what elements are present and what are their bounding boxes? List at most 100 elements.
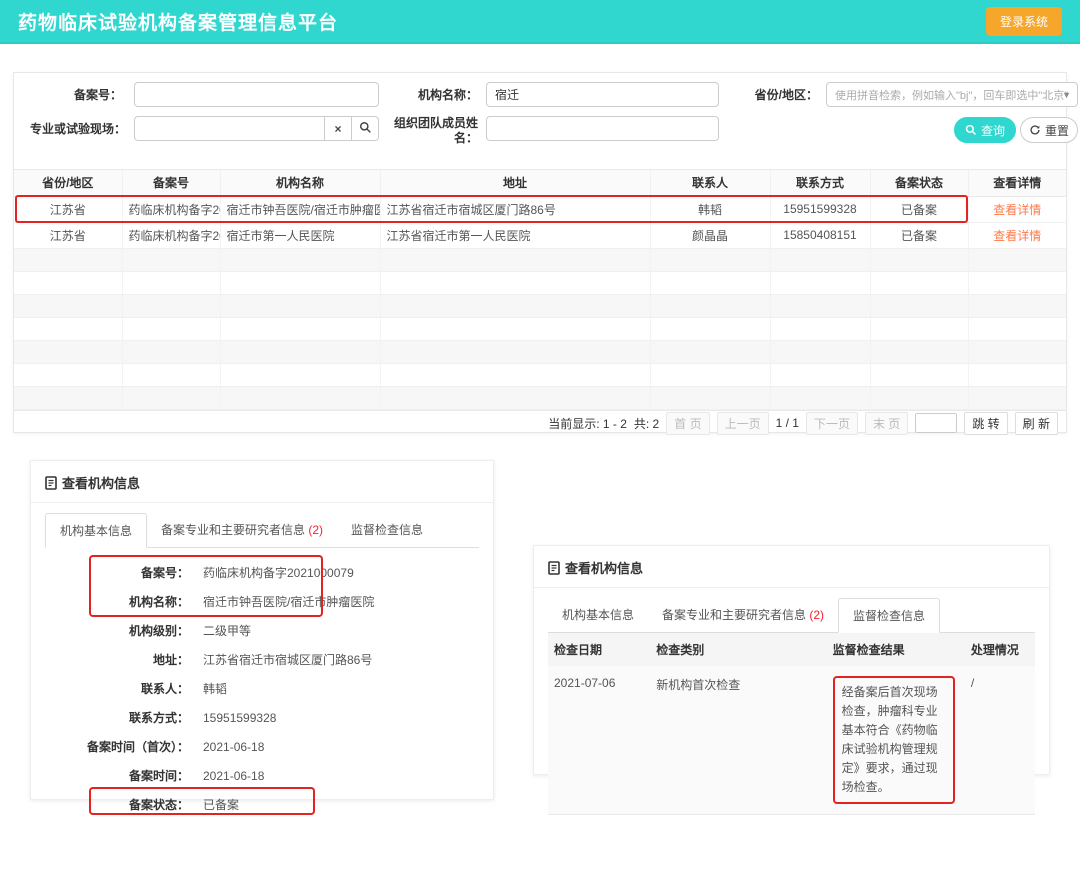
login-button[interactable]: 登录系统 (986, 7, 1062, 36)
cell-phone: 15951599328 (770, 196, 870, 222)
count-badge: (2) (308, 523, 323, 537)
search-icon (359, 121, 372, 137)
table-row[interactable]: 江苏省 药临床机构备字20210... 宿迁市第一人民医院 江苏省宿迁市第一人民… (14, 222, 1066, 248)
status-badge: 已备案 (870, 196, 968, 222)
pagination-current: 当前显示: 1 - 2 (548, 415, 627, 432)
first-page-button[interactable]: 首 页 (666, 412, 709, 435)
right-card-tabs: 机构基本信息 备案专业和主要研究者信息 (2) 监督检查信息 (548, 598, 1035, 633)
cell-contact: 颜晶晶 (650, 222, 770, 248)
province-placeholder: 使用拼音检索，例如输入"bj"，回车即选中"北京" (835, 87, 1068, 103)
team-member-label: 组织团队成员姓名： (392, 116, 478, 146)
tab-basic-info[interactable]: 机构基本信息 (45, 513, 147, 548)
cell-record-no: 药临床机构备字20210... (122, 222, 220, 248)
pagination-bar: 当前显示: 1 - 2 共: 2 首 页 上一页 1 / 1 下一页 末 页 跳… (14, 410, 1066, 436)
refresh-icon (1029, 124, 1041, 136)
tab-supervision-info[interactable]: 监督检查信息 (838, 598, 940, 633)
field-contact: 联系人： 韩韬 (45, 674, 479, 703)
tab-supervision-info[interactable]: 监督检查信息 (337, 513, 437, 547)
view-detail-link[interactable]: 查看详情 (993, 203, 1041, 217)
cell-phone: 15850408151 (770, 222, 870, 248)
empty-row (14, 386, 1066, 409)
jump-button[interactable]: 跳 转 (964, 412, 1007, 435)
inspect-result-annotation: 经备案后首次现场检查，肿瘤科专业基本符合《药物临床试验机构管理规定》要求，通过现… (833, 676, 955, 804)
cell-record-no: 药临床机构备字20210... (122, 196, 220, 222)
field-phone: 联系方式： 15951599328 (45, 703, 479, 732)
document-icon (45, 476, 57, 490)
status-badge: 已备案 (870, 222, 968, 248)
jump-page-input[interactable] (915, 413, 957, 433)
search-icon (965, 124, 977, 136)
next-page-button[interactable]: 下一页 (806, 412, 858, 435)
search-panel: 备案号： 机构名称： 省份/地区： 使用拼音检索，例如输入"bj"，回车即选中"… (14, 73, 1066, 169)
empty-row (14, 363, 1066, 386)
record-no-input[interactable] (134, 82, 379, 107)
app-title: 药物临床试验机构备案管理信息平台 (18, 8, 338, 35)
prev-page-button[interactable]: 上一页 (717, 412, 769, 435)
profession-input-group: × (134, 116, 379, 141)
org-name-input[interactable] (486, 82, 719, 107)
query-button[interactable]: 查询 (954, 117, 1016, 143)
col-detail: 查看详情 (968, 170, 1066, 196)
profession-search-button[interactable] (352, 116, 379, 141)
empty-row (14, 294, 1066, 317)
card-title: 查看机构信息 (31, 473, 493, 503)
inspection-row[interactable]: 2021-07-06 新机构首次检查 经备案后首次现场检查，肿瘤科专业基本符合《… (548, 666, 1035, 815)
col-org-name: 机构名称 (220, 170, 380, 196)
app-header: 药物临床试验机构备案管理信息平台 登录系统 (0, 0, 1080, 44)
chevron-down-icon: ▼ (1062, 90, 1071, 100)
col-record-no: 备案号 (122, 170, 220, 196)
left-card-tabs: 机构基本信息 备案专业和主要研究者信息 (2) 监督检查信息 (45, 513, 479, 548)
cell-contact: 韩韬 (650, 196, 770, 222)
empty-row (14, 271, 1066, 294)
field-record-no: 备案号： 药临床机构备字2021000079 (45, 558, 479, 587)
field-address: 地址： 江苏省宿迁市宿城区厦门路86号 (45, 645, 479, 674)
clear-button[interactable]: × (325, 116, 352, 141)
inspection-header-row: 检查日期 检查类别 监督检查结果 处理情况 (548, 633, 1035, 666)
province-select[interactable]: 使用拼音检索，例如输入"bj"，回车即选中"北京" ▼ (826, 82, 1078, 107)
results-header-row: 省份/地区 备案号 机构名称 地址 联系人 联系方式 备案状态 查看详情 (14, 170, 1066, 196)
col-address: 地址 (380, 170, 650, 196)
pagination-total: 共: 2 (634, 415, 659, 432)
cell-address: 江苏省宿迁市宿城区厦门路86号 (380, 196, 650, 222)
tab-professions-researchers[interactable]: 备案专业和主要研究者信息 (2) (147, 513, 337, 547)
col-inspect-result: 监督检查结果 (827, 633, 965, 666)
province-label: 省份/地区： (746, 88, 818, 103)
document-icon (548, 561, 560, 575)
refresh-button[interactable]: 刷 新 (1015, 412, 1058, 435)
view-detail-link[interactable]: 查看详情 (993, 229, 1041, 243)
cell-org: 宿迁市第一人民医院 (220, 222, 380, 248)
count-badge: (2) (809, 608, 824, 622)
last-page-button[interactable]: 末 页 (865, 412, 908, 435)
cell-address: 江苏省宿迁市第一人民医院 (380, 222, 650, 248)
card-title: 查看机构信息 (534, 558, 1049, 588)
empty-row (14, 248, 1066, 271)
cell-inspect-type: 新机构首次检查 (650, 666, 826, 815)
tab-professions-researchers[interactable]: 备案专业和主要研究者信息 (2) (648, 598, 838, 632)
inspection-table: 检查日期 检查类别 监督检查结果 处理情况 2021-07-06 新机构首次检查… (548, 633, 1035, 815)
cell-province: 江苏省 (14, 196, 122, 222)
field-record-status: 备案状态： 已备案 (45, 790, 479, 819)
profession-input[interactable] (134, 116, 325, 141)
team-member-input[interactable] (486, 116, 719, 141)
field-org-name: 机构名称： 宿迁市钟吾医院/宿迁市肿瘤医院 (45, 587, 479, 616)
tab-basic-info[interactable]: 机构基本信息 (548, 598, 648, 632)
empty-row (14, 340, 1066, 363)
institution-info-card-left: 查看机构信息 机构基本信息 备案专业和主要研究者信息 (2) 监督检查信息 备案… (30, 460, 494, 800)
field-org-level: 机构级别： 二级甲等 (45, 616, 479, 645)
col-inspect-date: 检查日期 (548, 633, 650, 666)
org-name-label: 机构名称： (410, 88, 478, 103)
field-first-record-date: 备案时间（首次）： 2021-06-18 (45, 732, 479, 761)
basic-info-fields: 备案号： 药临床机构备字2021000079 机构名称： 宿迁市钟吾医院/宿迁市… (45, 558, 479, 819)
search-and-results-card: 备案号： 机构名称： 省份/地区： 使用拼音检索，例如输入"bj"，回车即选中"… (13, 72, 1067, 433)
col-handling: 处理情况 (965, 633, 1035, 666)
field-record-date: 备案时间： 2021-06-18 (45, 761, 479, 790)
reset-button[interactable]: 重置 (1020, 117, 1078, 143)
profession-label: 专业或试验现场： (30, 122, 126, 137)
table-row-selected[interactable]: 江苏省 药临床机构备字20210... 宿迁市钟吾医院/宿迁市肿瘤医院 江苏省宿… (14, 196, 1066, 222)
cell-province: 江苏省 (14, 222, 122, 248)
cell-org: 宿迁市钟吾医院/宿迁市肿瘤医院 (220, 196, 380, 222)
col-contact: 联系人 (650, 170, 770, 196)
col-inspect-type: 检查类别 (650, 633, 826, 666)
cell-handling: / (965, 666, 1035, 815)
col-province: 省份/地区 (14, 170, 122, 196)
